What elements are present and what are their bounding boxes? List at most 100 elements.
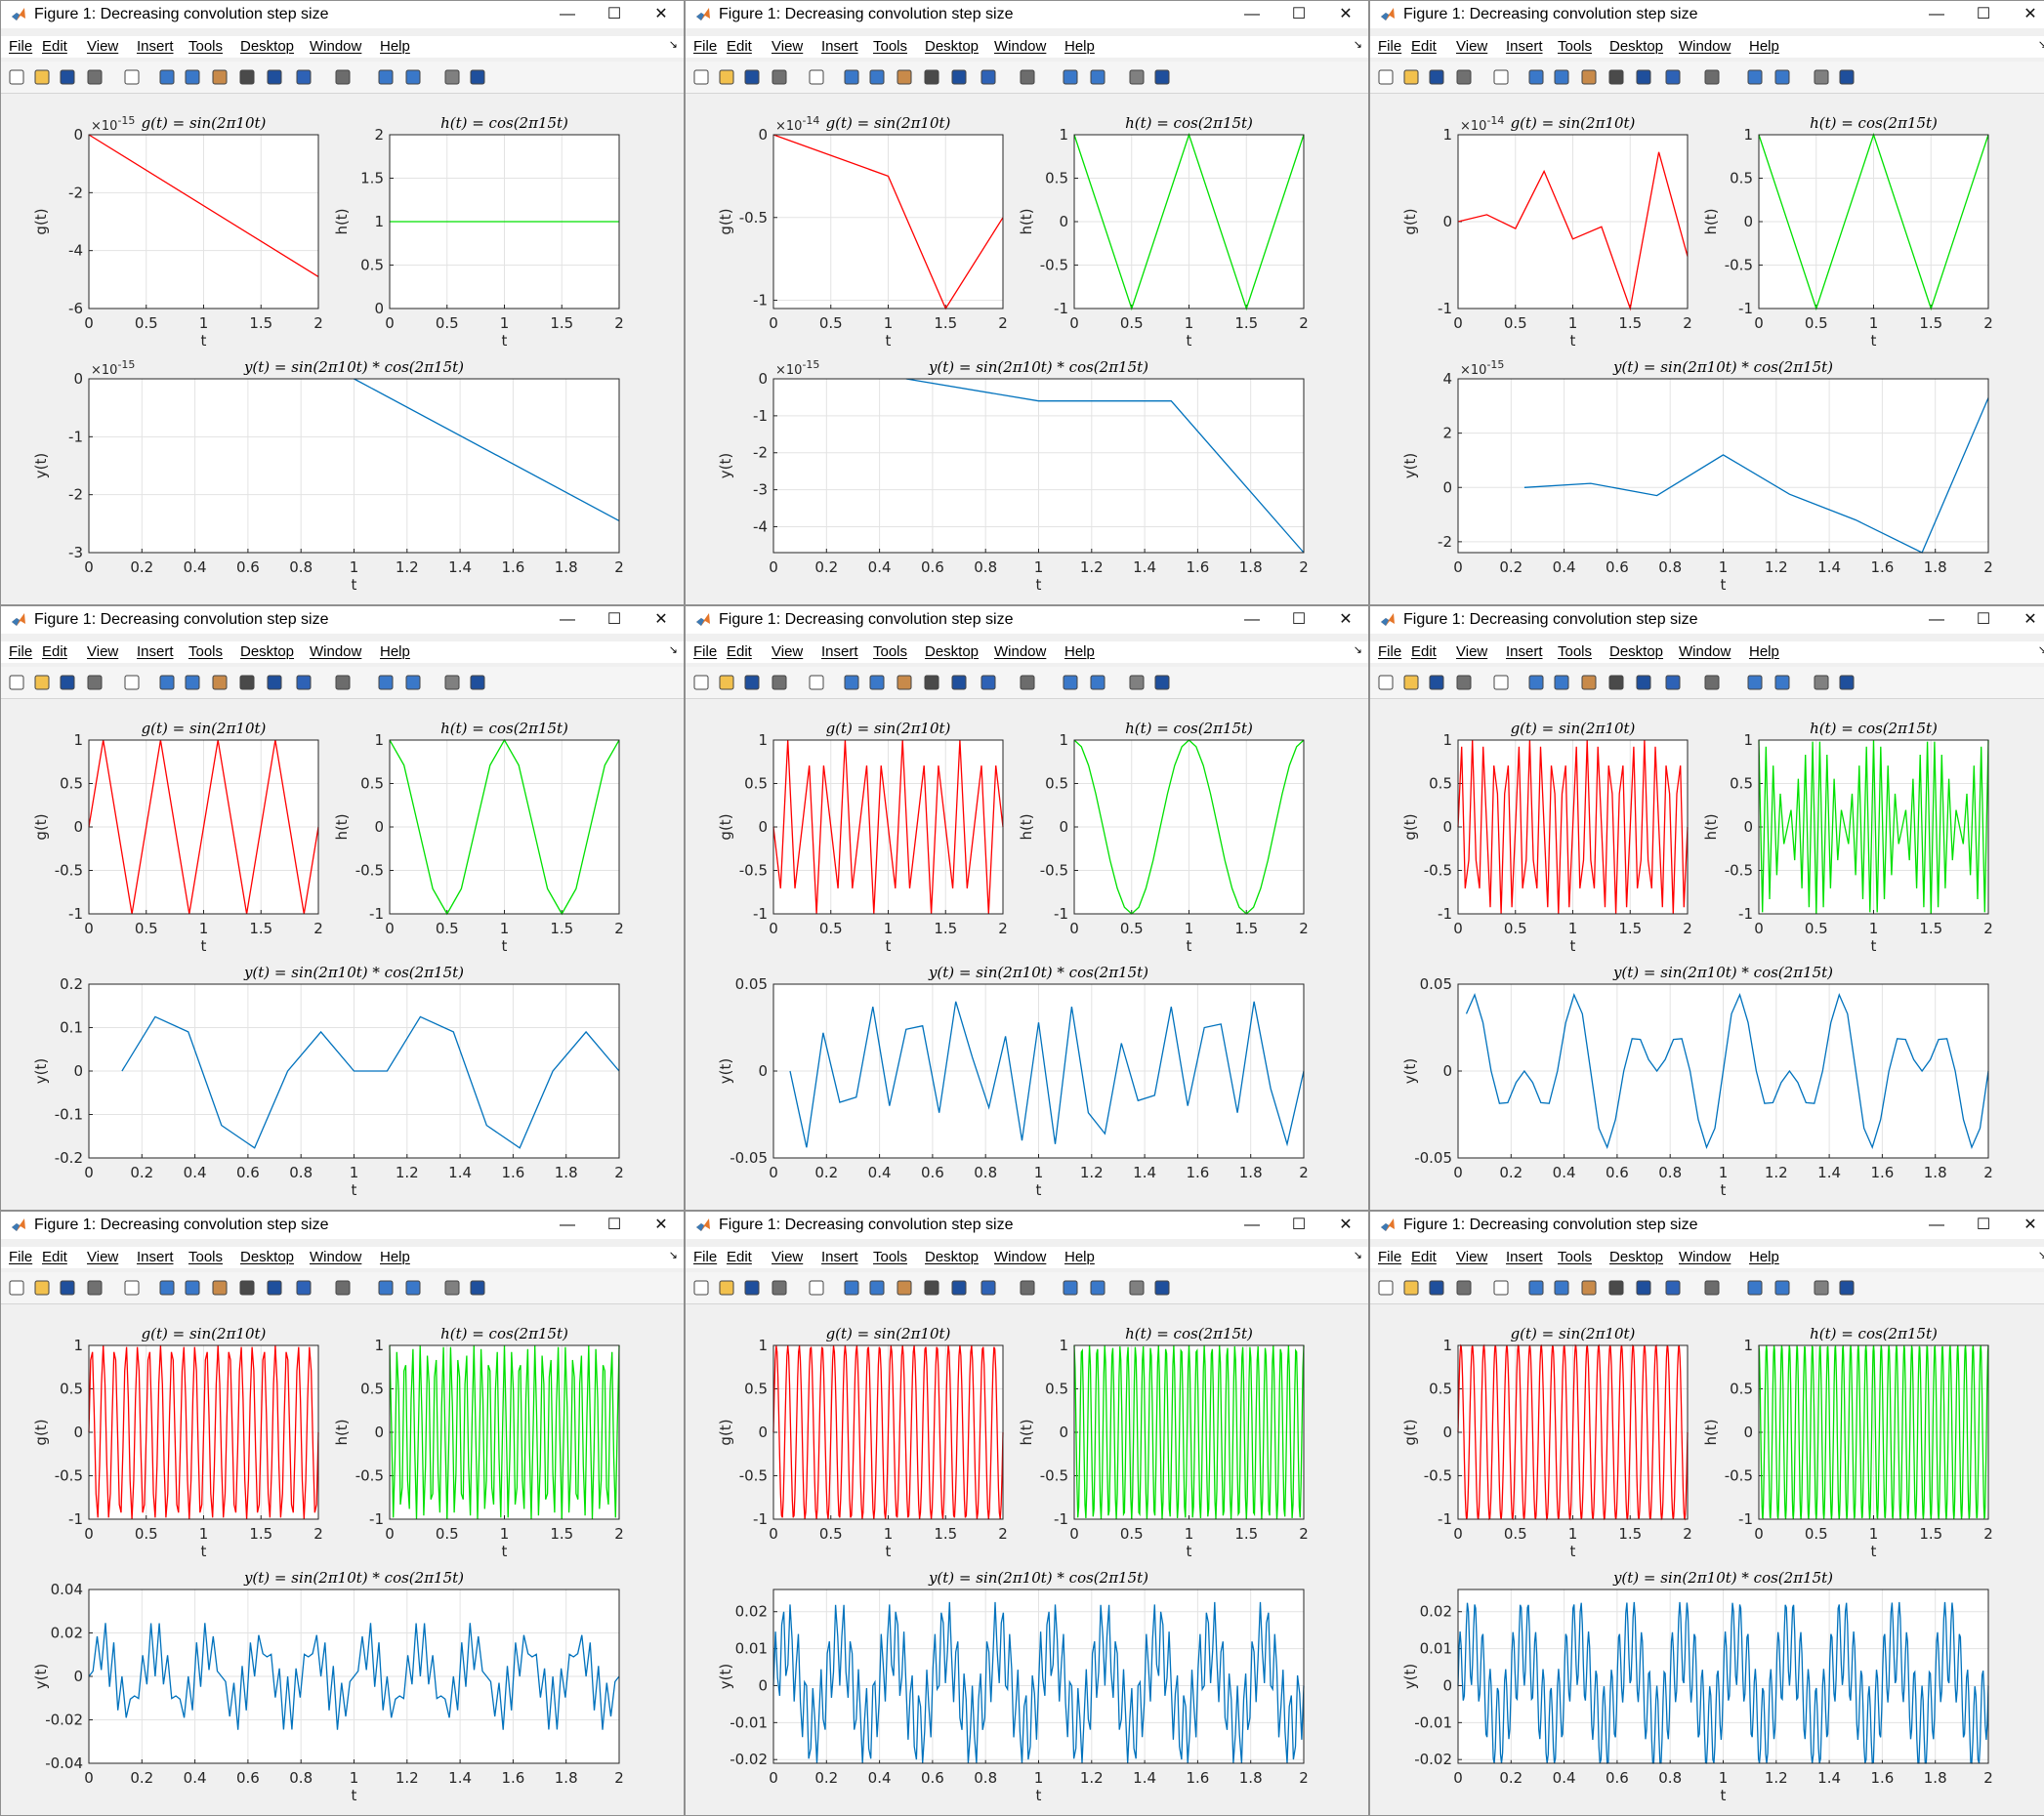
- menu-tools[interactable]: Tools: [1558, 1249, 1592, 1265]
- zoom-in-icon[interactable]: [842, 67, 861, 87]
- brush-icon[interactable]: [1663, 1278, 1683, 1298]
- menu-edit[interactable]: Edit: [42, 1249, 67, 1265]
- menu-help[interactable]: Help: [1064, 643, 1095, 660]
- colorbar-icon[interactable]: [376, 673, 396, 692]
- zoom-in-icon[interactable]: [842, 673, 861, 692]
- hide-plot-tools-icon[interactable]: [442, 67, 462, 87]
- menu-help[interactable]: Help: [380, 38, 410, 55]
- zoom-in-icon[interactable]: [1526, 673, 1546, 692]
- menu-file[interactable]: File: [9, 38, 32, 55]
- print-icon[interactable]: [85, 1278, 104, 1298]
- save-icon[interactable]: [1427, 673, 1446, 692]
- legend-icon[interactable]: [1088, 673, 1107, 692]
- menu-tools[interactable]: Tools: [873, 643, 907, 660]
- menu-help[interactable]: Help: [1064, 1249, 1095, 1265]
- menu-window[interactable]: Window: [994, 38, 1046, 55]
- menu-insert[interactable]: Insert: [1506, 1249, 1543, 1265]
- colorbar-icon[interactable]: [1061, 1278, 1080, 1298]
- link-icon[interactable]: [1702, 67, 1722, 87]
- menu-tools[interactable]: Tools: [188, 38, 223, 55]
- menu-insert[interactable]: Insert: [1506, 643, 1543, 660]
- minimize-button[interactable]: —: [545, 1212, 590, 1239]
- menu-edit[interactable]: Edit: [42, 38, 67, 55]
- minimize-button[interactable]: —: [1914, 1, 1959, 28]
- zoom-out-icon[interactable]: [1552, 1278, 1571, 1298]
- menu-view[interactable]: View: [1456, 1249, 1487, 1265]
- minimize-button[interactable]: —: [1914, 606, 1959, 634]
- data-cursor-icon[interactable]: [265, 673, 284, 692]
- rotate-3d-icon[interactable]: [922, 67, 941, 87]
- pan-icon[interactable]: [1579, 1278, 1599, 1298]
- save-icon[interactable]: [1427, 67, 1446, 87]
- menu-insert[interactable]: Insert: [1506, 38, 1543, 55]
- hide-plot-tools-icon[interactable]: [1127, 67, 1147, 87]
- brush-icon[interactable]: [294, 1278, 313, 1298]
- menu-insert[interactable]: Insert: [137, 38, 174, 55]
- print-icon[interactable]: [770, 1278, 789, 1298]
- pointer-icon[interactable]: [122, 1278, 142, 1298]
- link-icon[interactable]: [333, 1278, 353, 1298]
- menu-desktop[interactable]: Desktop: [240, 643, 294, 660]
- menu-edit[interactable]: Edit: [727, 38, 752, 55]
- menu-file[interactable]: File: [693, 38, 717, 55]
- print-icon[interactable]: [85, 673, 104, 692]
- print-icon[interactable]: [770, 673, 789, 692]
- menu-view[interactable]: View: [1456, 643, 1487, 660]
- menu-insert[interactable]: Insert: [821, 643, 858, 660]
- menu-view[interactable]: View: [87, 643, 118, 660]
- open-file-icon[interactable]: [1401, 67, 1421, 87]
- zoom-out-icon[interactable]: [867, 673, 887, 692]
- pointer-icon[interactable]: [122, 673, 142, 692]
- open-file-icon[interactable]: [32, 67, 52, 87]
- pan-icon[interactable]: [1579, 673, 1599, 692]
- show-plot-tools-icon[interactable]: [1152, 1278, 1172, 1298]
- legend-icon[interactable]: [403, 67, 423, 87]
- rotate-3d-icon[interactable]: [237, 673, 257, 692]
- hide-plot-tools-icon[interactable]: [1812, 673, 1831, 692]
- dock-arrow-icon[interactable]: ↘: [2038, 1249, 2044, 1261]
- menu-desktop[interactable]: Desktop: [1609, 38, 1663, 55]
- menu-insert[interactable]: Insert: [821, 38, 858, 55]
- maximize-button[interactable]: ☐: [592, 1, 637, 28]
- close-button[interactable]: ✕: [639, 606, 684, 634]
- pan-icon[interactable]: [1579, 67, 1599, 87]
- save-icon[interactable]: [58, 673, 77, 692]
- hide-plot-tools-icon[interactable]: [1812, 67, 1831, 87]
- minimize-button[interactable]: —: [1914, 1212, 1959, 1239]
- rotate-3d-icon[interactable]: [922, 673, 941, 692]
- print-icon[interactable]: [1454, 673, 1474, 692]
- colorbar-icon[interactable]: [1061, 673, 1080, 692]
- menu-window[interactable]: Window: [1679, 38, 1731, 55]
- maximize-button[interactable]: ☐: [1276, 1, 1321, 28]
- new-figure-icon[interactable]: [7, 67, 26, 87]
- data-cursor-icon[interactable]: [949, 673, 969, 692]
- new-figure-icon[interactable]: [1376, 67, 1396, 87]
- open-file-icon[interactable]: [717, 673, 736, 692]
- zoom-out-icon[interactable]: [183, 673, 202, 692]
- close-button[interactable]: ✕: [639, 1212, 684, 1239]
- menu-window[interactable]: Window: [994, 1249, 1046, 1265]
- menu-help[interactable]: Help: [380, 1249, 410, 1265]
- new-figure-icon[interactable]: [691, 67, 711, 87]
- zoom-in-icon[interactable]: [842, 1278, 861, 1298]
- rotate-3d-icon[interactable]: [1606, 67, 1626, 87]
- colorbar-icon[interactable]: [376, 1278, 396, 1298]
- menu-insert[interactable]: Insert: [821, 1249, 858, 1265]
- pointer-icon[interactable]: [122, 67, 142, 87]
- show-plot-tools-icon[interactable]: [1837, 1278, 1856, 1298]
- menu-edit[interactable]: Edit: [42, 643, 67, 660]
- close-button[interactable]: ✕: [639, 1, 684, 28]
- brush-icon[interactable]: [1663, 67, 1683, 87]
- menu-tools[interactable]: Tools: [1558, 38, 1592, 55]
- brush-icon[interactable]: [1663, 673, 1683, 692]
- pan-icon[interactable]: [210, 67, 229, 87]
- menu-desktop[interactable]: Desktop: [925, 643, 979, 660]
- minimize-button[interactable]: —: [545, 606, 590, 634]
- show-plot-tools-icon[interactable]: [1152, 67, 1172, 87]
- colorbar-icon[interactable]: [1745, 673, 1765, 692]
- data-cursor-icon[interactable]: [949, 1278, 969, 1298]
- dock-arrow-icon[interactable]: ↘: [1354, 38, 1362, 51]
- minimize-button[interactable]: —: [545, 1, 590, 28]
- menu-view[interactable]: View: [772, 643, 803, 660]
- colorbar-icon[interactable]: [1745, 67, 1765, 87]
